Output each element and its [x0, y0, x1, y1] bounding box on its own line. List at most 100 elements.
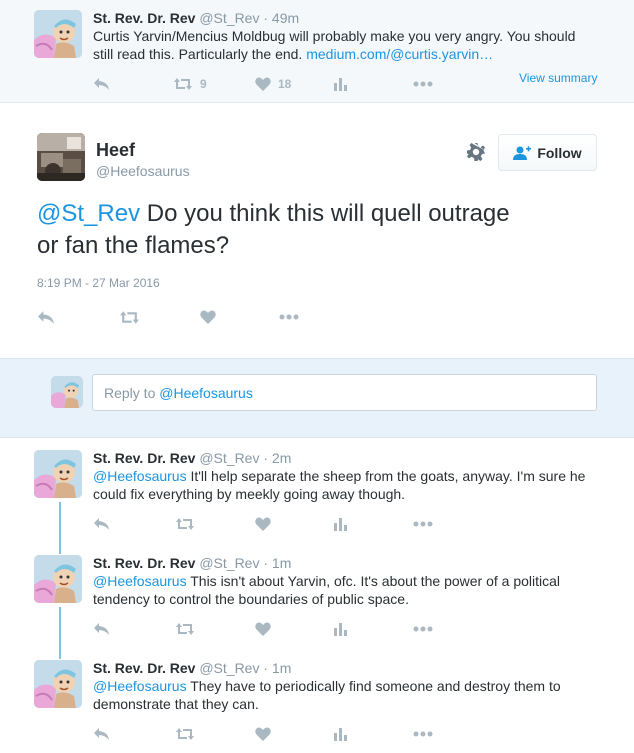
author-name[interactable]: St. Rev. Dr. Rev	[93, 10, 195, 26]
tweet-text-line: Curtis Yarvin/Mencius Moldbug will proba…	[93, 28, 576, 44]
reply-text: @Heefosaurus This isn't about Yarvin, of…	[93, 572, 613, 608]
main-author-name[interactable]: Heef	[96, 140, 135, 161]
like-count: 18	[278, 77, 292, 91]
tweet-text-line: @Heefosaurus They have to periodically f…	[93, 677, 613, 695]
reply-button[interactable]	[93, 724, 110, 744]
more-button[interactable]	[413, 724, 433, 744]
reply-icon	[94, 728, 109, 740]
tweet-time[interactable]: 49m	[272, 10, 299, 26]
tweet-mention[interactable]: @Heefosaurus	[93, 468, 187, 484]
retweet-icon	[176, 518, 194, 530]
author-name[interactable]: St. Rev. Dr. Rev	[93, 555, 195, 571]
more-icon	[413, 81, 433, 87]
parent-tweet-actions: 9 18	[93, 74, 453, 94]
author-handle[interactable]: @St_Rev	[199, 660, 259, 676]
author-handle[interactable]: @St_Rev	[199, 10, 259, 26]
reply-header: St. Rev. Dr. Rev @St_Rev · 1m	[93, 660, 291, 676]
analytics-button[interactable]	[333, 619, 347, 639]
more-button[interactable]	[413, 74, 433, 94]
reply-actions	[93, 514, 453, 534]
user-actions-gear-button[interactable]	[466, 142, 486, 162]
tweet-text-plain: still read this. Particularly the end.	[93, 46, 307, 62]
like-button[interactable]	[200, 307, 216, 327]
tweet-mention[interactable]: @St_Rev	[37, 200, 140, 227]
reply-header: St. Rev. Dr. Rev @St_Rev · 2m	[93, 450, 291, 466]
tweet-mention[interactable]: @Heefosaurus	[93, 678, 187, 694]
like-button[interactable]	[255, 514, 271, 534]
reply-avatar[interactable]	[34, 660, 82, 708]
retweet-button[interactable]	[175, 619, 195, 639]
more-button[interactable]	[413, 514, 433, 534]
tweet-time[interactable]: 1m	[272, 660, 291, 676]
author-name[interactable]: St. Rev. Dr. Rev	[93, 450, 195, 466]
reply-avatar[interactable]	[34, 450, 82, 498]
analytics-button[interactable]	[333, 514, 347, 534]
author-handle[interactable]: @St_Rev	[199, 450, 259, 466]
like-button[interactable]: 18	[255, 74, 291, 94]
main-tweet-avatar[interactable]	[37, 133, 85, 181]
separator: ·	[263, 10, 269, 26]
follow-button-label: Follow	[537, 144, 582, 161]
gear-icon	[467, 143, 485, 161]
author-handle[interactable]: @St_Rev	[199, 555, 259, 571]
more-icon	[413, 626, 433, 632]
more-button[interactable]	[279, 307, 299, 327]
like-icon	[255, 517, 271, 531]
reply-button[interactable]	[93, 514, 110, 534]
tweet-mention[interactable]: @Heefosaurus	[93, 573, 187, 589]
reply-placeholder-prefix: Reply to	[104, 385, 160, 401]
tweet-text-line: tendency to control the boundaries of pu…	[93, 591, 409, 607]
retweet-button[interactable]	[175, 514, 195, 534]
retweet-button[interactable]	[119, 307, 140, 327]
analytics-button[interactable]	[333, 724, 347, 744]
like-button[interactable]	[255, 724, 271, 744]
like-button[interactable]	[255, 619, 271, 639]
tweet-time[interactable]: 1m	[272, 555, 291, 571]
reply-actions	[93, 619, 453, 639]
tweet-text-line: @Heefosaurus It'll help separate the she…	[93, 467, 613, 485]
reply-text: @Heefosaurus They have to periodically f…	[93, 677, 613, 713]
author-name[interactable]: St. Rev. Dr. Rev	[93, 660, 195, 676]
separator: ·	[263, 450, 269, 466]
reply-input[interactable]: Reply to @Heefosaurus	[92, 374, 597, 411]
tweet-text-line: could fix everything by meekly going awa…	[93, 486, 406, 502]
like-icon	[255, 727, 271, 741]
tweet-text-line: demonstrate that they can.	[93, 696, 259, 712]
reply-header: St. Rev. Dr. Rev @St_Rev · 1m	[93, 555, 291, 571]
retweet-button[interactable]: 9	[173, 74, 207, 94]
follow-person-icon	[513, 145, 532, 160]
reply-button[interactable]	[93, 74, 110, 94]
parent-tweet-avatar[interactable]	[34, 10, 82, 58]
analytics-icon	[334, 78, 347, 91]
reply-avatar[interactable]	[34, 555, 82, 603]
reply-button[interactable]	[93, 619, 110, 639]
tweet-text-line: @St_Rev Do you think this will quell out…	[37, 198, 597, 230]
retweet-button[interactable]	[175, 724, 195, 744]
more-button[interactable]	[413, 619, 433, 639]
thread-connector-line	[59, 607, 61, 659]
follow-button[interactable]: Follow	[498, 134, 597, 171]
tweet-link[interactable]: medium.com/@curtis.yarvin…	[306, 46, 493, 62]
analytics-icon	[334, 518, 347, 531]
like-icon	[255, 77, 271, 91]
parent-tweet-text: Curtis Yarvin/Mencius Moldbug will proba…	[93, 27, 613, 63]
reply-placeholder-mention: @Heefosaurus	[159, 385, 253, 401]
view-summary-link[interactable]: View summary	[519, 71, 597, 85]
thread-connector-line	[59, 502, 61, 554]
main-tweet-timestamp[interactable]: 8:19 PM - 27 Mar 2016	[37, 276, 160, 290]
tweet-text-plain: They have to periodically find someone a…	[186, 678, 561, 694]
retweet-count: 9	[200, 77, 207, 91]
separator: ·	[263, 660, 269, 676]
reply-button[interactable]	[37, 307, 55, 327]
tweet-time[interactable]: 2m	[272, 450, 291, 466]
more-icon	[413, 731, 433, 737]
retweet-icon	[120, 310, 139, 324]
retweet-icon	[174, 78, 192, 90]
reply-icon	[94, 623, 109, 635]
main-author-handle[interactable]: @Heefosaurus	[96, 163, 190, 179]
main-tweet-actions	[37, 307, 337, 327]
analytics-icon	[334, 728, 347, 741]
like-icon	[200, 310, 216, 324]
analytics-button[interactable]	[333, 74, 347, 94]
reply-icon	[94, 518, 109, 530]
